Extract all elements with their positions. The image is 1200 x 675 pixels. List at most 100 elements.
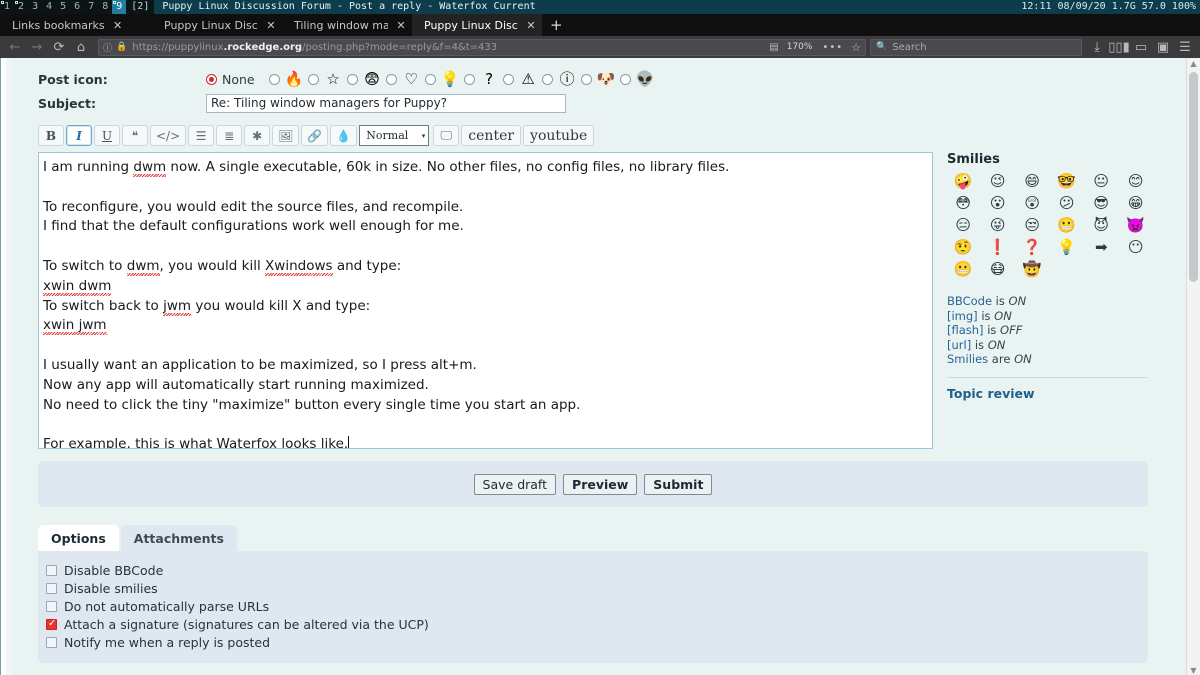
radio-button[interactable] — [502, 73, 514, 85]
post-icon-option-warning[interactable]: ⚠ — [502, 71, 538, 87]
tab-attachments[interactable]: Attachments — [120, 525, 237, 551]
smiley-icon[interactable]: 😊 — [1120, 173, 1153, 190]
post-icon-options[interactable]: None 🔥 ☆ 😨 ♡ 💡? ⚠ ⓘ 🐶 👽 — [206, 71, 659, 87]
underline-button[interactable]: U — [94, 125, 120, 146]
alien-icon[interactable]: 👽 — [636, 71, 655, 87]
idea-icon[interactable]: 💡 — [441, 71, 460, 87]
wm-tag-9[interactable]: 9 — [112, 0, 127, 14]
smiley-icon[interactable]: 🤪 — [947, 173, 980, 190]
wm-tag-3[interactable]: 3 — [28, 0, 42, 14]
smiley-icon[interactable]: 😑 — [947, 217, 980, 234]
smiley-icon[interactable]: 😮 — [982, 195, 1015, 212]
smiley-icon[interactable]: 😎 — [1085, 195, 1118, 212]
color-button[interactable]: 💧 — [330, 125, 358, 146]
post-icon-option-alien[interactable]: 👽 — [619, 71, 655, 87]
reader-mode-icon[interactable]: ▤ — [769, 42, 778, 53]
option-row[interactable]: Notify me when a reply is posted — [46, 633, 1148, 651]
surprise-icon[interactable]: 😨 — [363, 71, 382, 87]
address-bar[interactable]: ⓘ 🔒 https://puppylinux .rockedge.org /po… — [98, 38, 866, 56]
wm-tag-list[interactable]: 123456789 — [0, 0, 127, 14]
new-tab-button[interactable]: + — [542, 14, 571, 36]
browser-tab[interactable]: Puppy Linux Discussion Foru ✕ — [152, 14, 282, 36]
zoom-level-indicator[interactable]: 170% — [787, 42, 813, 52]
smiley-icon[interactable]: 😕 — [1051, 195, 1084, 212]
submit-button[interactable]: Submit — [644, 473, 713, 495]
smiley-icon[interactable]: 🤓 — [1051, 173, 1084, 190]
heart-icon[interactable]: ♡ — [402, 71, 421, 87]
account-icon[interactable]: ▣ — [1152, 37, 1174, 57]
option-row[interactable]: Attach a signature (signatures can be al… — [46, 615, 1148, 633]
option-row[interactable]: Do not automatically parse URLs — [46, 597, 1148, 615]
smiley-icon[interactable]: 😒 — [1016, 217, 1049, 234]
page-scrollbar[interactable]: ▲ ▼ — [1186, 58, 1200, 675]
smilies-grid[interactable]: 🤪 😉 😄 🤓 😐 😊 😳 😮 😲 😕 😎 😁 😑 😜 😒 😬 😈 👿 🤨 ❗ ❓ 💡 ➡ 😶 😬 😷 🤠 — [947, 173, 1152, 278]
wm-tag-4[interactable]: 4 — [42, 0, 56, 14]
smiley-icon[interactable]: 🤠 — [1016, 261, 1049, 278]
identity-icon[interactable]: ⓘ — [103, 41, 112, 54]
checkbox-attach-signature[interactable] — [46, 618, 57, 630]
smiley-icon[interactable]: 😄 — [1016, 173, 1049, 190]
smiley-icon[interactable]: 💡 — [1051, 239, 1084, 256]
scroll-down-arrow[interactable]: ▼ — [1187, 666, 1200, 675]
smiley-icon[interactable]: ❗ — [982, 239, 1015, 256]
bold-button[interactable]: B — [38, 125, 64, 146]
browser-tab[interactable]: Tiling window managers for ✕ — [282, 14, 412, 36]
star-icon[interactable]: ☆ — [324, 71, 343, 87]
image-button[interactable]: 🖼 — [272, 125, 300, 146]
topic-review-link[interactable]: Topic review — [947, 386, 1157, 401]
checkbox-no-parse-urls[interactable] — [46, 600, 57, 612]
save-draft-button[interactable]: Save draft — [473, 473, 557, 495]
post-icon-option-idea[interactable]: 💡 — [424, 71, 460, 87]
radio-button[interactable] — [424, 73, 436, 85]
subject-input[interactable] — [206, 94, 566, 113]
smiley-icon[interactable]: 🤨 — [947, 239, 980, 256]
wm-tag-1[interactable]: 1 — [0, 0, 14, 14]
scrollbar-thumb[interactable] — [1189, 72, 1198, 282]
smiley-icon[interactable]: 😜 — [982, 217, 1015, 234]
checkbox-notify-reply[interactable] — [46, 636, 57, 648]
list-item-button[interactable]: ✱ — [244, 125, 271, 146]
radio-button[interactable] — [580, 73, 592, 85]
radio-button[interactable] — [541, 73, 553, 85]
close-icon[interactable]: ✕ — [111, 19, 125, 32]
code-button[interactable]: </> — [150, 125, 187, 146]
forward-button[interactable]: → — [26, 37, 48, 57]
question-icon[interactable]: ? — [480, 71, 499, 87]
wm-tag-8[interactable]: 8 — [98, 0, 112, 14]
smiley-icon[interactable]: 😬 — [1051, 217, 1084, 234]
radio-button[interactable] — [346, 73, 358, 85]
smiley-icon[interactable]: ❓ — [1016, 239, 1049, 256]
link-button[interactable]: 🔗 — [301, 125, 329, 146]
list-button[interactable]: ☰ — [188, 125, 215, 146]
italic-button[interactable]: I — [66, 125, 92, 146]
info-icon[interactable]: ⓘ — [558, 71, 577, 87]
app-menu-icon[interactable]: ☰ — [1174, 37, 1196, 57]
smiley-icon[interactable]: 😬 — [947, 261, 980, 278]
post-icon-option-fire[interactable]: 🔥 — [268, 71, 304, 87]
checkbox-disable-smilies[interactable] — [46, 582, 57, 594]
smiley-icon[interactable]: 👿 — [1120, 217, 1153, 234]
option-row[interactable]: Disable smilies — [46, 579, 1148, 597]
browser-tab[interactable]: Puppy Linux Discussion Foru ✕ — [412, 14, 542, 36]
post-icon-option-info[interactable]: ⓘ — [541, 71, 577, 87]
radio-button[interactable] — [385, 73, 397, 85]
radio-button[interactable] — [463, 73, 475, 85]
wm-tag-6[interactable]: 6 — [70, 0, 84, 14]
smiley-icon[interactable]: 😁 — [1120, 195, 1153, 212]
screen-button[interactable]: 🖵 — [433, 125, 460, 146]
font-size-select[interactable]: Normal ▾ — [359, 125, 430, 146]
bookmark-star-icon[interactable]: ☆ — [851, 41, 861, 54]
checkbox-disable-bbcode[interactable] — [46, 564, 57, 576]
wm-tag-5[interactable]: 5 — [56, 0, 70, 14]
search-input[interactable]: 🔍 Search — [870, 38, 1082, 56]
browser-tab[interactable]: Links bookmarks ✕ — [0, 14, 152, 36]
puppy-icon[interactable]: 🐶 — [597, 71, 616, 87]
option-row[interactable]: Disable BBCode — [46, 561, 1148, 579]
post-icon-option-none[interactable]: None — [206, 72, 265, 87]
tab-options[interactable]: Options — [38, 525, 119, 551]
smiley-icon[interactable]: 😷 — [982, 261, 1015, 278]
fire-icon[interactable]: 🔥 — [285, 71, 304, 87]
radio-button[interactable] — [619, 73, 631, 85]
scroll-up-arrow[interactable]: ▲ — [1187, 59, 1200, 68]
wm-tag-2[interactable]: 2 — [14, 0, 28, 14]
